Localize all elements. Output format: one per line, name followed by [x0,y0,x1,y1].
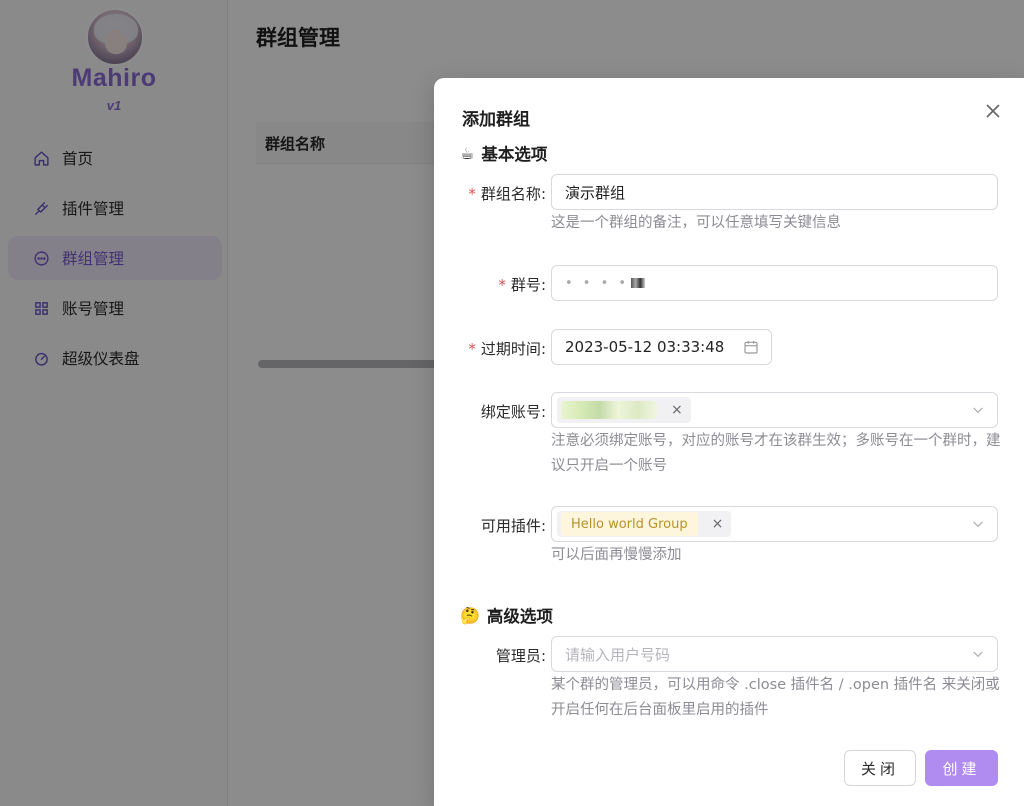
calendar-icon [743,339,759,355]
group-number-input[interactable]: • • • • [551,265,998,301]
close-icon[interactable] [982,100,1004,122]
admins-help: 某个群的管理员，可以用命令 .close 插件名 / .open 插件名 来关闭… [551,677,1000,718]
section-title: 高级选项 [486,607,553,626]
account-tag-redacted [561,401,657,419]
coffee-icon: ☕ [460,143,475,163]
account-tag: × [557,397,691,423]
group-name-value: 演示群组 [565,183,626,202]
expire-time-value: 2023-05-12 03:33:48 [565,338,725,356]
required-mark: * [468,340,476,358]
chevron-down-icon [971,403,985,417]
plugins-help: 可以后面再慢慢添加 [551,547,682,563]
plugin-tag: Hello world Group × [557,511,732,537]
plugins-select[interactable]: Hello world Group × [551,506,998,542]
group-number-label: * 群号: [498,276,546,294]
add-group-dialog: 添加群组 ☕ 基本选项 * 群组名称: 演示群组 这是一个群组的备注，可以任意填写… [434,78,1024,806]
chevron-down-icon [971,647,985,661]
dialog-title: 添加群组 [462,110,530,130]
required-mark: * [498,276,506,294]
group-name-label: * 群组名称: [468,185,546,203]
section-basic: ☕ 基本选项 [460,141,547,165]
admins-placeholder: 请输入用户号码 [565,645,671,664]
admins-select[interactable]: 请输入用户号码 [551,636,998,672]
group-name-input[interactable]: 演示群组 [551,174,998,210]
required-mark: * [468,185,476,203]
group-name-help: 这是一个群组的备注，可以任意填写关键信息 [551,215,841,231]
plugin-tag-label: Hello world Group [561,512,698,536]
remove-tag-icon[interactable]: × [671,402,683,418]
remove-tag-icon[interactable]: × [712,516,724,532]
thinking-face-icon: 🤔 [460,605,480,625]
expire-time-picker[interactable]: 2023-05-12 03:33:48 [551,329,772,365]
section-advanced: 🤔 高级选项 [460,603,553,627]
plugins-label: 可用插件: [480,517,546,535]
chevron-down-icon [971,517,985,531]
admins-label: 管理员: [495,647,546,665]
bind-account-label: 绑定账号: [480,403,546,421]
close-button[interactable]: 关闭 [844,750,916,786]
section-title: 基本选项 [481,145,548,164]
bind-account-help: 注意必须绑定账号，对应的账号才在该群生效；多账号在一个群时，建议只开启一个账号 [551,433,1001,474]
expire-time-label: * 过期时间: [468,340,546,358]
bind-account-select[interactable]: × [551,392,998,428]
create-button[interactable]: 创建 [925,750,998,786]
group-number-value: • • • • [565,276,646,291]
